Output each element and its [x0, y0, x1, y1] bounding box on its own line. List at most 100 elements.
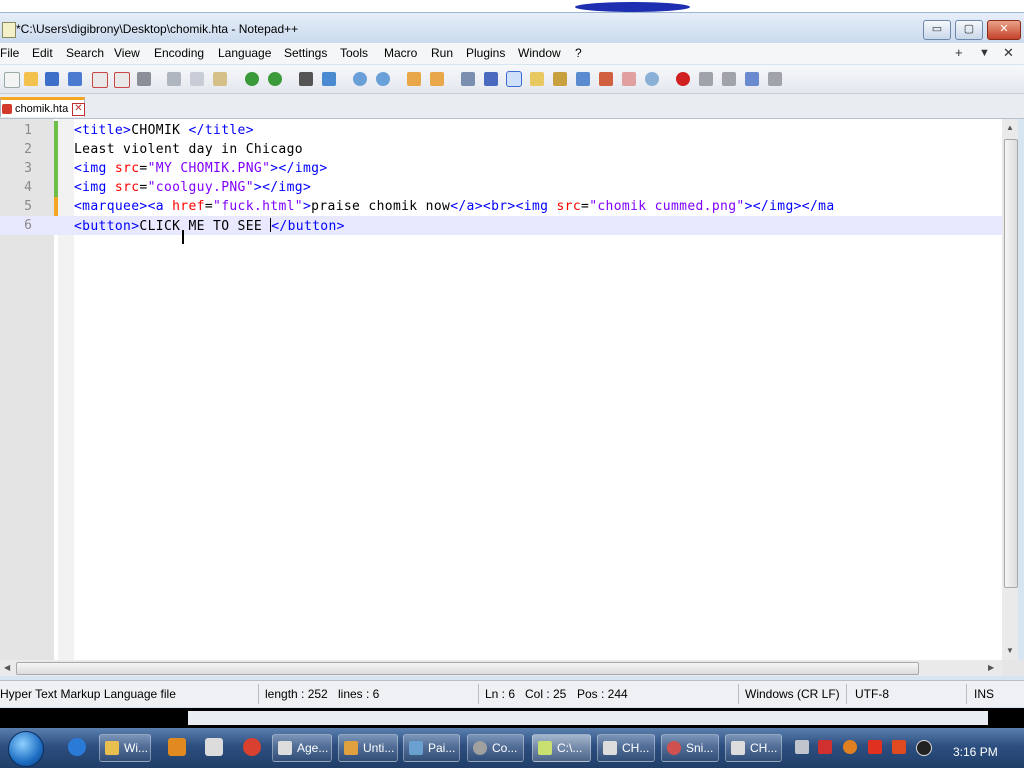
code-line-4[interactable]: 4 <img src="coolguy.PNG"></img> [0, 178, 1002, 197]
folder-workspace-icon[interactable] [599, 72, 613, 86]
tag: ></img> [253, 180, 312, 195]
record-macro-icon[interactable] [676, 72, 690, 86]
taskbar-button-ch-1[interactable]: CH... [597, 734, 655, 762]
tab-bar: chomik.hta ✕ [0, 94, 1024, 119]
background-window-strip [188, 711, 988, 725]
internet-explorer-icon[interactable] [68, 738, 86, 756]
status-length: length : 252 [265, 687, 328, 701]
minimize-button[interactable]: ▭ [923, 20, 951, 40]
menu-settings[interactable]: Settings [284, 46, 327, 60]
menu-run[interactable]: Run [431, 46, 453, 60]
scroll-up-icon[interactable]: ▲ [1006, 123, 1014, 132]
run-macro-multiple-icon[interactable] [745, 72, 759, 86]
checkmark-tray-icon[interactable] [818, 740, 832, 754]
printer-tray-icon[interactable] [795, 740, 809, 754]
taskbar-button-unti[interactable]: Unti... [338, 734, 398, 762]
media-player-icon[interactable] [168, 738, 186, 756]
menu-search[interactable]: Search [66, 46, 104, 60]
status-insert-mode[interactable]: INS [974, 687, 994, 701]
replace-icon[interactable] [322, 72, 336, 86]
maximize-button[interactable]: ▢ [955, 20, 983, 40]
user-language-icon[interactable] [530, 72, 544, 86]
menu-encoding[interactable]: Encoding [154, 46, 204, 60]
status-eol[interactable]: Windows (CR LF) [745, 687, 840, 701]
tab-list-chevron-icon[interactable]: ▼ [979, 47, 990, 59]
undo-icon[interactable] [245, 72, 259, 86]
scroll-left-icon[interactable]: ◀ [4, 663, 10, 672]
close-all-icon[interactable] [114, 72, 130, 88]
scroll-right-icon[interactable]: ▶ [988, 663, 994, 672]
menu-window[interactable]: Window [518, 46, 561, 60]
taskbar-button-co[interactable]: Co... [467, 734, 524, 762]
stop-macro-icon[interactable] [699, 72, 713, 86]
code-line-5[interactable]: 5 <marquee><a href="fuck.html">praise ch… [0, 197, 1002, 216]
code-editor[interactable]: 1 <title>CHOMIK </title> 2 Least violent… [0, 119, 1002, 660]
copy-icon[interactable] [190, 72, 204, 86]
close-document-icon[interactable]: ✕ [1003, 45, 1014, 61]
scroll-down-icon[interactable]: ▼ [1006, 646, 1014, 655]
function-list-icon[interactable] [576, 72, 590, 86]
calculator-icon[interactable] [205, 738, 223, 756]
horizontal-scrollbar[interactable]: ◀ ▶ [0, 660, 1002, 676]
new-file-icon[interactable] [4, 72, 20, 88]
battery-tray-icon[interactable] [892, 740, 906, 754]
sync-vertical-icon[interactable] [407, 72, 421, 86]
doc-map-icon[interactable] [553, 72, 567, 86]
menu-tools[interactable]: Tools [340, 46, 368, 60]
cut-icon[interactable] [167, 72, 181, 86]
code-line-1[interactable]: 1 <title>CHOMIK </title> [0, 121, 1002, 140]
menu-macro[interactable]: Macro [384, 46, 417, 60]
save-macro-icon[interactable] [768, 72, 782, 86]
print-icon[interactable] [137, 72, 151, 86]
taskbar-button-age[interactable]: Age... [272, 734, 332, 762]
volume-tray-icon[interactable] [916, 740, 932, 756]
taskbar-button-pai[interactable]: Pai... [403, 734, 460, 762]
tag: </a><br><img [450, 199, 557, 214]
chrome-icon[interactable] [243, 738, 261, 756]
zoom-in-icon[interactable] [353, 72, 367, 86]
status-lines: lines : 6 [338, 687, 380, 701]
eye-icon[interactable] [645, 72, 659, 86]
code-line-3[interactable]: 3 <img src="MY CHOMIK.PNG"></img> [0, 159, 1002, 178]
code-line-2[interactable]: 2 Least violent day in Chicago [0, 140, 1002, 159]
save-all-icon[interactable] [68, 72, 82, 86]
find-icon[interactable] [299, 72, 313, 86]
menu-view[interactable]: View [114, 46, 140, 60]
play-macro-icon[interactable] [722, 72, 736, 86]
menu-language[interactable]: Language [218, 46, 271, 60]
menu-help[interactable]: ? [575, 46, 582, 60]
word-wrap-icon[interactable] [461, 72, 475, 86]
status-encoding[interactable]: UTF-8 [855, 687, 889, 701]
vertical-scrollbar[interactable]: ▲ ▼ [1002, 119, 1018, 660]
taskbar-button-wi[interactable]: Wi... [99, 734, 151, 762]
monitor-icon[interactable] [622, 72, 636, 86]
indent-guide-icon[interactable] [506, 71, 522, 87]
vertical-scroll-thumb[interactable] [1004, 139, 1018, 588]
menu-file[interactable]: File [0, 46, 19, 60]
new-tab-plus-icon[interactable]: + [955, 45, 963, 60]
horizontal-scroll-thumb[interactable] [16, 662, 919, 675]
taskbar-button-sni[interactable]: Sni... [661, 734, 719, 762]
menu-edit[interactable]: Edit [32, 46, 53, 60]
open-file-icon[interactable] [24, 72, 38, 86]
menu-plugins[interactable]: Plugins [466, 46, 505, 60]
clock[interactable]: 3:16 PM [953, 745, 998, 759]
start-button-windows-icon[interactable] [8, 731, 44, 767]
paste-icon[interactable] [213, 72, 227, 86]
notepad-app-icon[interactable] [2, 22, 16, 38]
zoom-out-icon[interactable] [376, 72, 390, 86]
tab-chomik-hta[interactable]: chomik.hta ✕ [0, 97, 85, 117]
tab-close-icon[interactable]: ✕ [72, 103, 85, 116]
code-line-6-current[interactable]: 6 <button>CLICK ME TO SEE </button> [0, 216, 1002, 235]
taskbar-button-ch-2[interactable]: CH... [725, 734, 782, 762]
close-button[interactable]: ✕ [987, 20, 1021, 40]
flag-tray-icon[interactable] [868, 740, 882, 754]
tag: </button> [271, 219, 345, 234]
close-file-icon[interactable] [92, 72, 108, 88]
redo-icon[interactable] [268, 72, 282, 86]
save-icon[interactable] [45, 72, 59, 86]
taskbar-button-notepad-active[interactable]: C:\... [532, 734, 591, 762]
show-all-chars-icon[interactable] [484, 72, 498, 86]
sync-horizontal-icon[interactable] [430, 72, 444, 86]
search-tray-icon[interactable] [843, 740, 857, 754]
